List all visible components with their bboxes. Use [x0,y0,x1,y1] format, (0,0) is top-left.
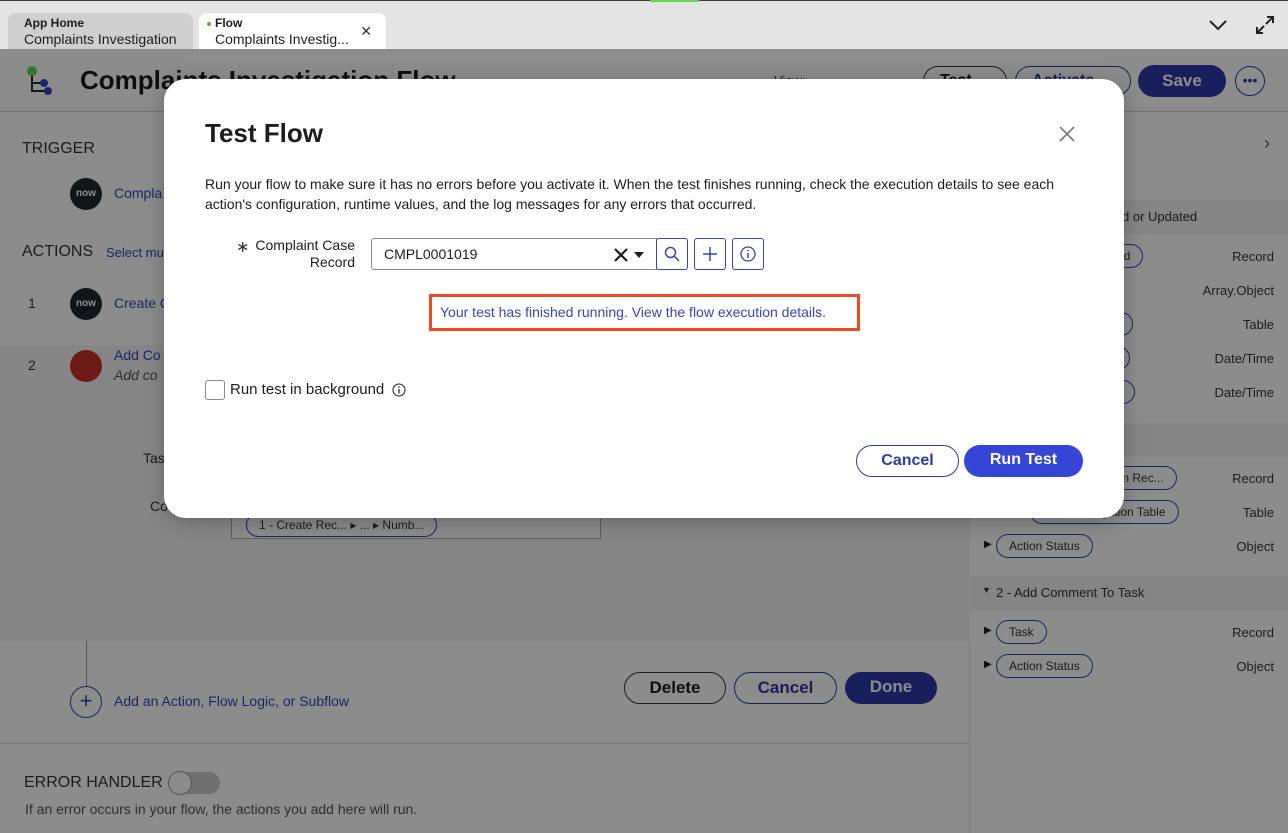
browser-tab-strip: App Home Complaints Investigation Flow C… [0,0,1288,50]
tab-strip-accent [650,0,699,2]
run-in-background-checkbox[interactable] [205,380,225,400]
expand-icon[interactable] [1255,15,1275,35]
run-test-button[interactable]: Run Test [964,445,1083,477]
tab-label: App Home [24,16,84,30]
tab-flow[interactable]: Flow Complaints Investig... ✕ [199,13,386,50]
modal-description: Run your flow to make sure it has no err… [205,176,1055,212]
lookup-button[interactable] [656,238,688,270]
info-icon [740,246,756,262]
tab-app-home[interactable]: App Home Complaints Investigation [8,13,193,50]
close-tab-icon[interactable]: ✕ [360,23,372,40]
cancel-button[interactable]: Cancel [856,445,959,477]
complaint-case-record-label: Complaint Case Record [255,237,355,270]
modal-title: Test Flow [205,118,323,148]
add-record-button[interactable] [694,238,726,270]
complaint-case-record-input[interactable]: CMPL0001019 [371,238,657,270]
close-icon[interactable] [1057,124,1077,144]
tab-label-text: Flow [215,16,243,30]
plus-icon [703,247,717,261]
tab-title: Complaints Investigation [24,31,177,47]
record-info-button[interactable] [732,238,764,270]
chevron-down-icon[interactable] [1208,15,1228,35]
test-flow-modal: Test Flow Run your flow to make sure it … [164,79,1124,518]
required-indicator: ∗ [236,239,250,256]
field-value: CMPL0001019 [384,246,478,262]
info-icon[interactable] [392,383,406,397]
dropdown-caret-icon[interactable] [634,252,644,258]
unsaved-dot-icon [207,21,211,26]
clear-icon[interactable] [613,247,629,263]
search-icon [664,246,680,262]
run-in-background-label: Run test in background [230,381,385,398]
execution-details-link[interactable]: Your test has finished running. View the… [440,304,826,320]
